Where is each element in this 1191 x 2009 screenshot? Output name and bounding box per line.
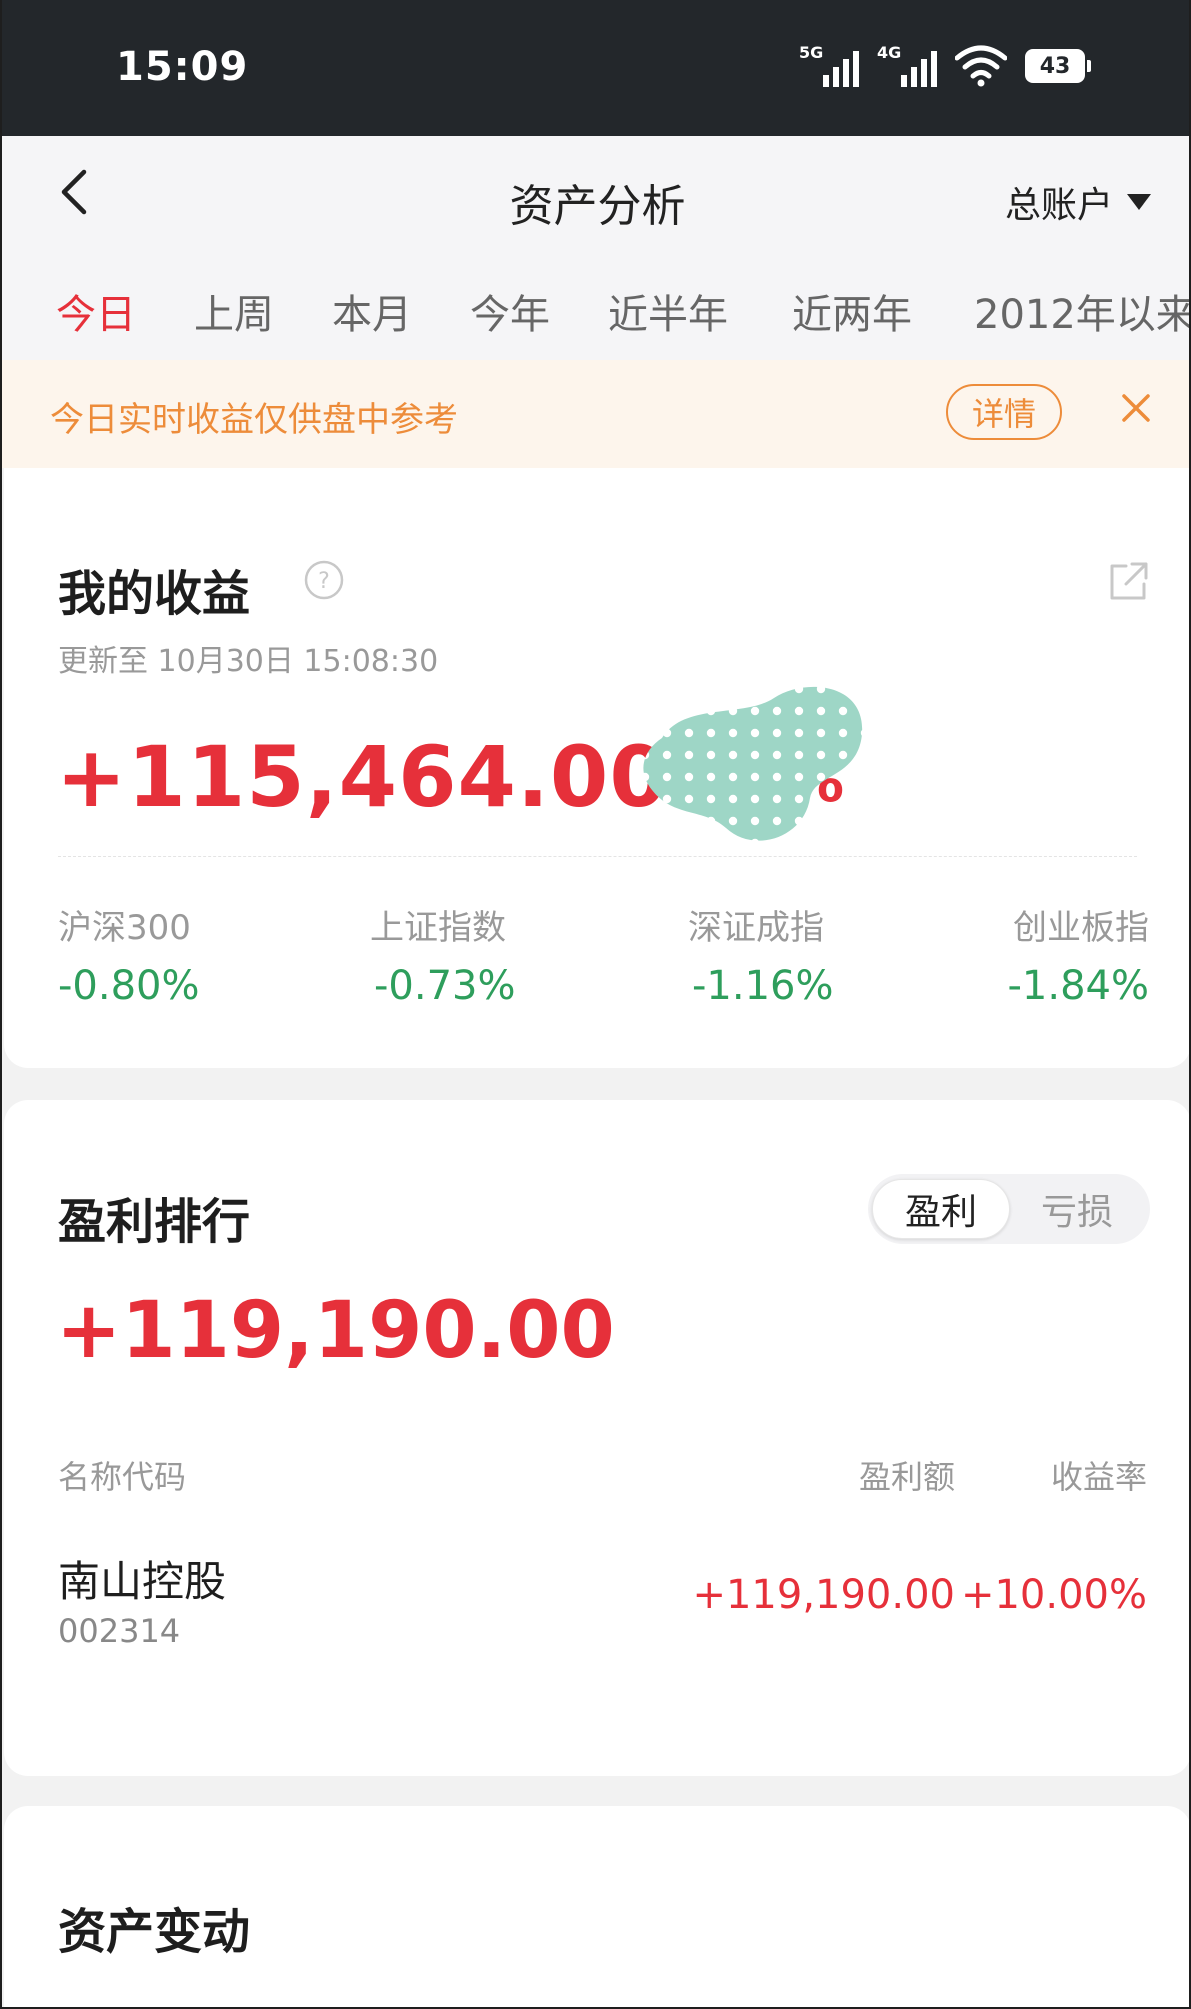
wifi-icon [955, 45, 1007, 87]
stock-code: 002314 [58, 1612, 181, 1650]
column-header-amount: 盈利额 [858, 1458, 955, 1496]
ranking-title: 盈利排行 [58, 1194, 251, 1250]
app-screen: 15:09 5G 4G 43 资产分析 总账户 今日 上周 本月 今年 近半年 … [0, 0, 1191, 2009]
profit-amount: +115,464.00 [56, 728, 669, 826]
help-icon[interactable]: ? [304, 560, 344, 600]
profit-loss-toggle: 盈利 亏损 [868, 1174, 1150, 1244]
battery-icon: 43 [1025, 49, 1091, 83]
notice-text: 今日实时收益仅供盘中参考 [50, 400, 458, 440]
network-label-2: 4G [877, 43, 902, 62]
signal-4g-icon: 4G [877, 41, 937, 91]
column-header-name: 名称代码 [58, 1458, 187, 1496]
tab-this-month[interactable]: 本月 [332, 282, 412, 340]
account-label: 总账户 [1004, 185, 1113, 226]
svg-text:?: ? [318, 569, 330, 594]
network-label-1: 5G [799, 43, 824, 62]
notice-bar: 今日实时收益仅供盘中参考 详情 [2, 360, 1189, 468]
index-hs300: 沪深300 -0.80% [58, 900, 200, 1009]
caret-down-icon [1127, 194, 1151, 210]
asset-change-title: 资产变动 [58, 1904, 251, 1960]
tab-last-week[interactable]: 上周 [194, 282, 274, 340]
index-value: -0.73% [374, 963, 516, 1009]
tab-this-year[interactable]: 今年 [470, 282, 550, 340]
toggle-profit[interactable]: 盈利 [872, 1179, 1010, 1239]
status-time: 15:09 [116, 44, 249, 90]
asset-change-card: 资产变动 [4, 1806, 1189, 2007]
stock-name: 南山控股 [58, 1557, 227, 1606]
divider [58, 856, 1137, 857]
index-name: 深证成指 [688, 908, 824, 948]
status-icons: 5G 4G 43 [799, 40, 1091, 92]
redaction-sticker [643, 686, 863, 841]
index-value: -1.16% [692, 963, 834, 1009]
status-bar: 15:09 5G 4G 43 [2, 0, 1189, 136]
tab-today[interactable]: 今日 [56, 282, 136, 340]
signal-5g-icon: 5G [799, 41, 859, 91]
stock-profit-amount: +119,190.00 [692, 1572, 955, 1618]
tab-two-years[interactable]: 近两年 [792, 282, 912, 340]
index-name: 沪深300 [58, 908, 191, 948]
close-icon[interactable] [1120, 392, 1152, 424]
my-profit-card: 我的收益 ? 更新至 10月30日 15:08:30 +115,464.00 %… [4, 468, 1189, 1068]
ranking-total: +119,190.00 [56, 1286, 615, 1376]
my-profit-title: 我的收益 [58, 566, 251, 622]
stock-return-rate: +10.00% [960, 1572, 1147, 1618]
account-selector[interactable]: 总账户 [1005, 176, 1151, 228]
column-header-rate: 收益率 [1050, 1458, 1147, 1496]
index-value: -1.84% [1007, 963, 1149, 1009]
index-chinext: 创业板指 -1.84% [1007, 900, 1149, 1009]
update-time: 更新至 10月30日 15:08:30 [58, 644, 439, 679]
index-value: -0.80% [58, 963, 200, 1009]
index-name: 上证指数 [370, 908, 506, 948]
index-name: 创业板指 [1013, 908, 1149, 948]
tab-half-year[interactable]: 近半年 [608, 282, 728, 340]
nav-bar: 资产分析 总账户 [2, 136, 1189, 236]
index-shenzhen: 深证成指 -1.16% [688, 900, 834, 1009]
profit-ranking-card: 盈利排行 盈利 亏损 +119,190.00 名称代码 盈利额 收益率 南山控股… [4, 1100, 1189, 1776]
share-icon[interactable] [1106, 560, 1150, 604]
detail-button[interactable]: 详情 [946, 384, 1062, 440]
index-shanghai: 上证指数 -0.73% [370, 900, 516, 1009]
tab-since-2012[interactable]: 2012年以来 [974, 282, 1189, 340]
toggle-loss[interactable]: 亏损 [1008, 1179, 1146, 1239]
battery-level: 43 [1039, 53, 1071, 79]
period-tabs: 今日 上周 本月 今年 近半年 近两年 2012年以来 [2, 236, 1189, 360]
